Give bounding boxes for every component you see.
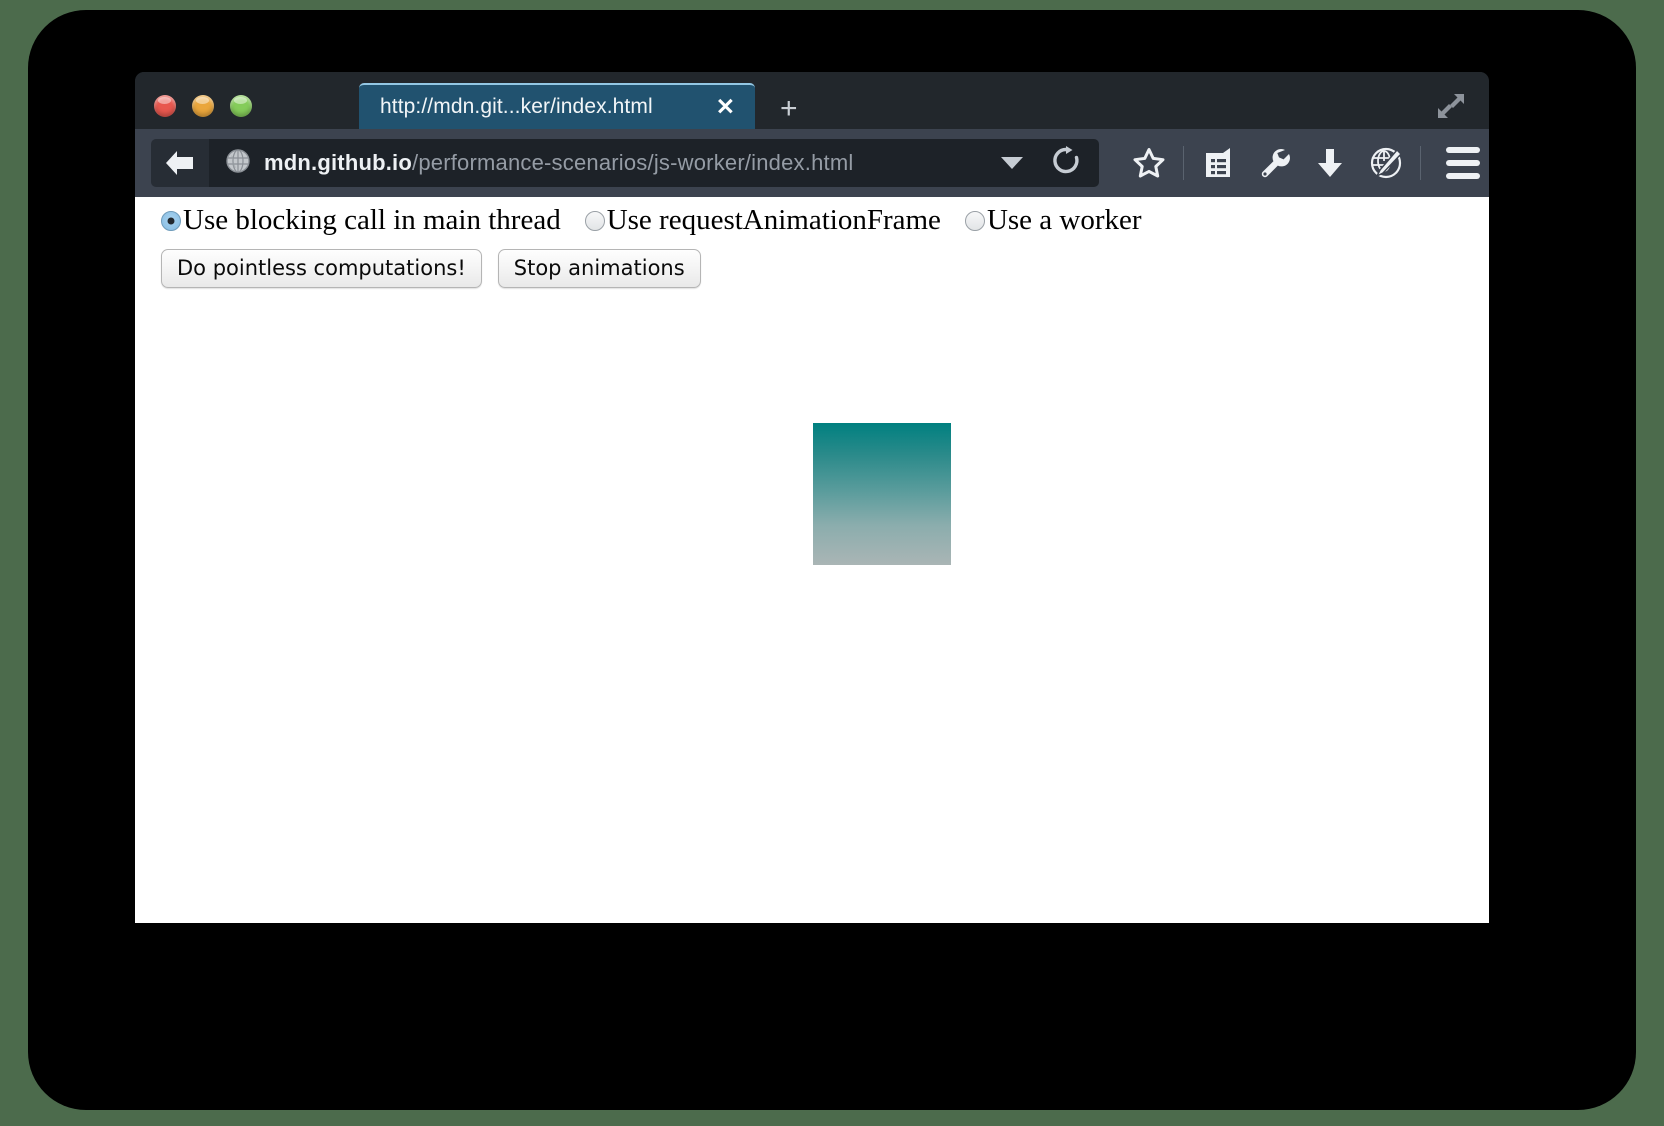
reload-icon[interactable] <box>1051 146 1081 181</box>
tab-title: http://mdn.git...ker/index.html <box>380 95 653 119</box>
chevron-down-icon[interactable] <box>1001 157 1023 169</box>
stop-animations-button[interactable]: Stop animations <box>498 249 701 288</box>
radio-option-request-animation-frame[interactable]: Use requestAnimationFrame <box>585 206 941 235</box>
back-arrow-icon <box>163 148 197 178</box>
menu-line <box>1446 147 1480 153</box>
toolbar-icon-group <box>1121 139 1489 187</box>
back-button[interactable] <box>151 139 209 187</box>
globe-pencil-icon[interactable] <box>1358 139 1414 187</box>
wrench-tools-icon[interactable] <box>1246 139 1302 187</box>
radio-indicator[interactable] <box>161 211 181 231</box>
url-bar[interactable]: mdn.github.io/performance-scenarios/js-w… <box>209 139 1099 187</box>
tab-strip: http://mdn.git...ker/index.html ✕ + <box>135 72 1489 129</box>
radio-option-worker[interactable]: Use a worker <box>965 206 1142 235</box>
expand-window-icon[interactable] <box>1435 90 1467 122</box>
minimize-window-button[interactable] <box>192 95 214 117</box>
url-path: /performance-scenarios/js-worker/index.h… <box>412 150 853 175</box>
maximize-window-button[interactable] <box>230 95 252 117</box>
window-controls <box>154 95 252 117</box>
globe-icon <box>225 148 251 179</box>
toolbar-divider <box>1420 146 1421 180</box>
radio-label: Use a worker <box>987 206 1142 235</box>
url-host: mdn.github.io <box>264 150 412 175</box>
menu-line <box>1446 160 1480 166</box>
render-mode-radio-group: Use blocking call in main thread Use req… <box>161 206 1166 235</box>
tab-close-icon[interactable]: ✕ <box>716 96 735 119</box>
do-pointless-computations-button[interactable]: Do pointless computations! <box>161 249 482 288</box>
download-arrow-icon[interactable] <box>1302 139 1358 187</box>
animated-gradient-box <box>813 423 951 565</box>
browser-tab-active[interactable]: http://mdn.git...ker/index.html ✕ <box>359 83 755 129</box>
reader-list-icon[interactable] <box>1190 139 1246 187</box>
menu-line <box>1446 173 1480 179</box>
radio-label: Use requestAnimationFrame <box>607 206 941 235</box>
radio-label: Use blocking call in main thread <box>183 206 561 235</box>
browser-window: http://mdn.git...ker/index.html ✕ + <box>135 72 1489 923</box>
radio-option-blocking-call[interactable]: Use blocking call in main thread <box>161 206 561 235</box>
bookmark-star-icon[interactable] <box>1121 139 1177 187</box>
radio-indicator[interactable] <box>585 211 605 231</box>
toolbar-divider <box>1183 146 1184 180</box>
page-viewport: Use blocking call in main thread Use req… <box>135 197 1489 923</box>
radio-indicator[interactable] <box>965 211 985 231</box>
close-window-button[interactable] <box>154 95 176 117</box>
url-text: mdn.github.io/performance-scenarios/js-w… <box>264 150 853 176</box>
action-button-row: Do pointless computations! Stop animatio… <box>161 249 701 288</box>
hamburger-menu-icon[interactable] <box>1433 139 1489 187</box>
navigation-toolbar: mdn.github.io/performance-scenarios/js-w… <box>135 129 1489 197</box>
device-frame: http://mdn.git...ker/index.html ✕ + <box>28 10 1636 1110</box>
new-tab-button[interactable]: + <box>780 94 798 124</box>
